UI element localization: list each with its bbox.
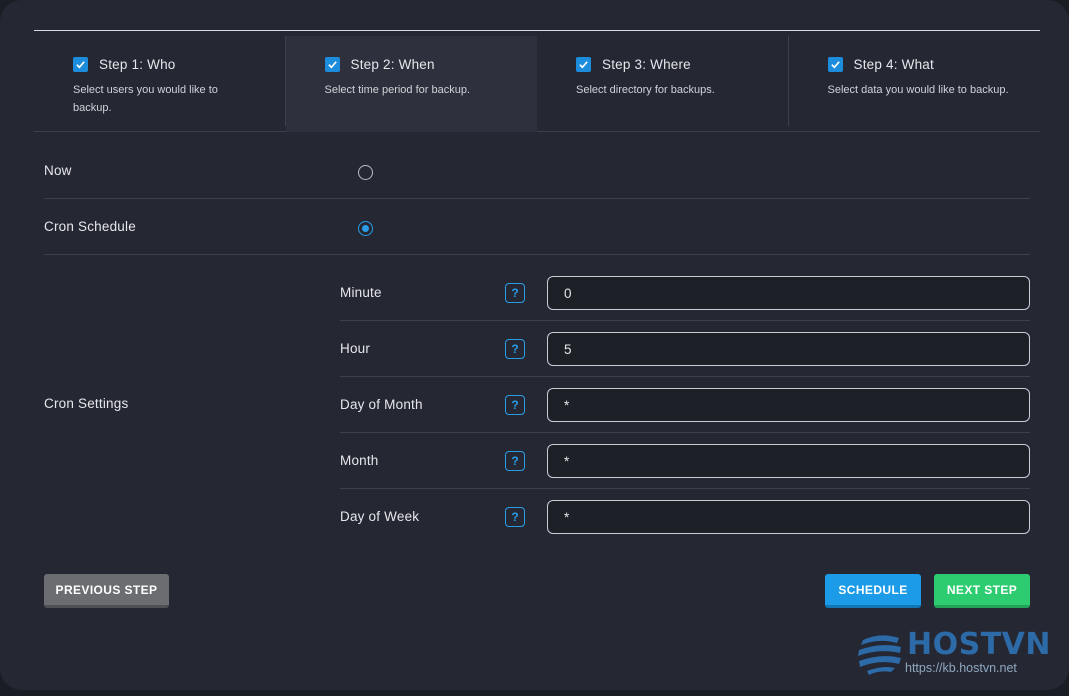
day-of-month-input[interactable] xyxy=(547,388,1030,422)
cron-schedule-label: Cron Schedule xyxy=(44,219,136,234)
top-divider xyxy=(34,30,1040,31)
wizard-steps: Step 1: Who Select users you would like … xyxy=(34,36,1040,132)
option-row-cron: Cron Schedule xyxy=(44,199,1030,255)
previous-step-button[interactable]: PREVIOUS STEP xyxy=(44,574,169,608)
cron-row-day-of-week: Day of Week ? xyxy=(340,489,1030,545)
backup-wizard-panel: Step 1: Who Select users you would like … xyxy=(0,0,1069,690)
step-description: Select time period for backup. xyxy=(324,84,471,96)
hostvn-globe-icon xyxy=(858,635,901,675)
cron-row-day-of-month: Day of Month ? xyxy=(340,377,1030,433)
step-when[interactable]: Step 2: When Select time period for back… xyxy=(285,36,537,132)
step-description: Select directory for backups. xyxy=(576,84,715,96)
day-of-week-input[interactable] xyxy=(547,500,1030,534)
month-input[interactable] xyxy=(547,444,1030,478)
cron-settings-label: Cron Settings xyxy=(44,396,129,411)
cron-row-hour: Hour ? xyxy=(340,321,1030,377)
cron-row-minute: Minute ? xyxy=(340,265,1030,321)
help-icon[interactable]: ? xyxy=(505,507,525,527)
schedule-button[interactable]: SCHEDULE xyxy=(825,574,921,608)
checkbox-checked-icon[interactable] xyxy=(73,56,88,72)
day-of-month-label: Day of Month xyxy=(340,397,423,412)
help-icon[interactable]: ? xyxy=(505,283,525,303)
now-label: Now xyxy=(44,163,72,178)
hostvn-watermark: HOSTVN https://kb.hostvn.net xyxy=(857,630,1051,678)
hour-label: Hour xyxy=(340,341,371,356)
step-who[interactable]: Step 1: Who Select users you would like … xyxy=(34,36,286,132)
step-what[interactable]: Step 4: What Select data you would like … xyxy=(789,36,1041,132)
help-icon[interactable]: ? xyxy=(505,451,525,471)
month-label: Month xyxy=(340,453,379,468)
hostvn-url: https://kb.hostvn.net xyxy=(905,661,1017,675)
checkbox-checked-icon[interactable] xyxy=(324,56,340,72)
day-of-week-label: Day of Week xyxy=(340,509,420,524)
checkbox-checked-icon[interactable] xyxy=(576,56,591,72)
step-description: Select data you would like to backup. xyxy=(827,84,1009,96)
minute-input[interactable] xyxy=(547,276,1030,310)
option-row-now: Now xyxy=(44,143,1030,199)
cron-schedule-radio[interactable] xyxy=(358,221,373,236)
cron-row-month: Month ? xyxy=(340,433,1030,489)
help-icon[interactable]: ? xyxy=(505,395,525,415)
step-title: Step 3: Where xyxy=(602,56,691,72)
minute-label: Minute xyxy=(340,285,382,300)
now-radio[interactable] xyxy=(358,165,373,180)
next-step-button[interactable]: NEXT STEP xyxy=(934,574,1030,608)
step-title: Step 2: When xyxy=(350,56,435,72)
checkbox-checked-icon[interactable] xyxy=(827,56,843,72)
step-description: Select users you would like to backup. xyxy=(73,84,218,114)
help-icon[interactable]: ? xyxy=(505,339,525,359)
step-title: Step 1: Who xyxy=(99,56,176,72)
step-title: Step 4: What xyxy=(853,56,934,72)
hostvn-brand: HOSTVN xyxy=(907,627,1052,662)
step-where[interactable]: Step 3: Where Select directory for backu… xyxy=(537,36,789,132)
hour-input[interactable] xyxy=(547,332,1030,366)
